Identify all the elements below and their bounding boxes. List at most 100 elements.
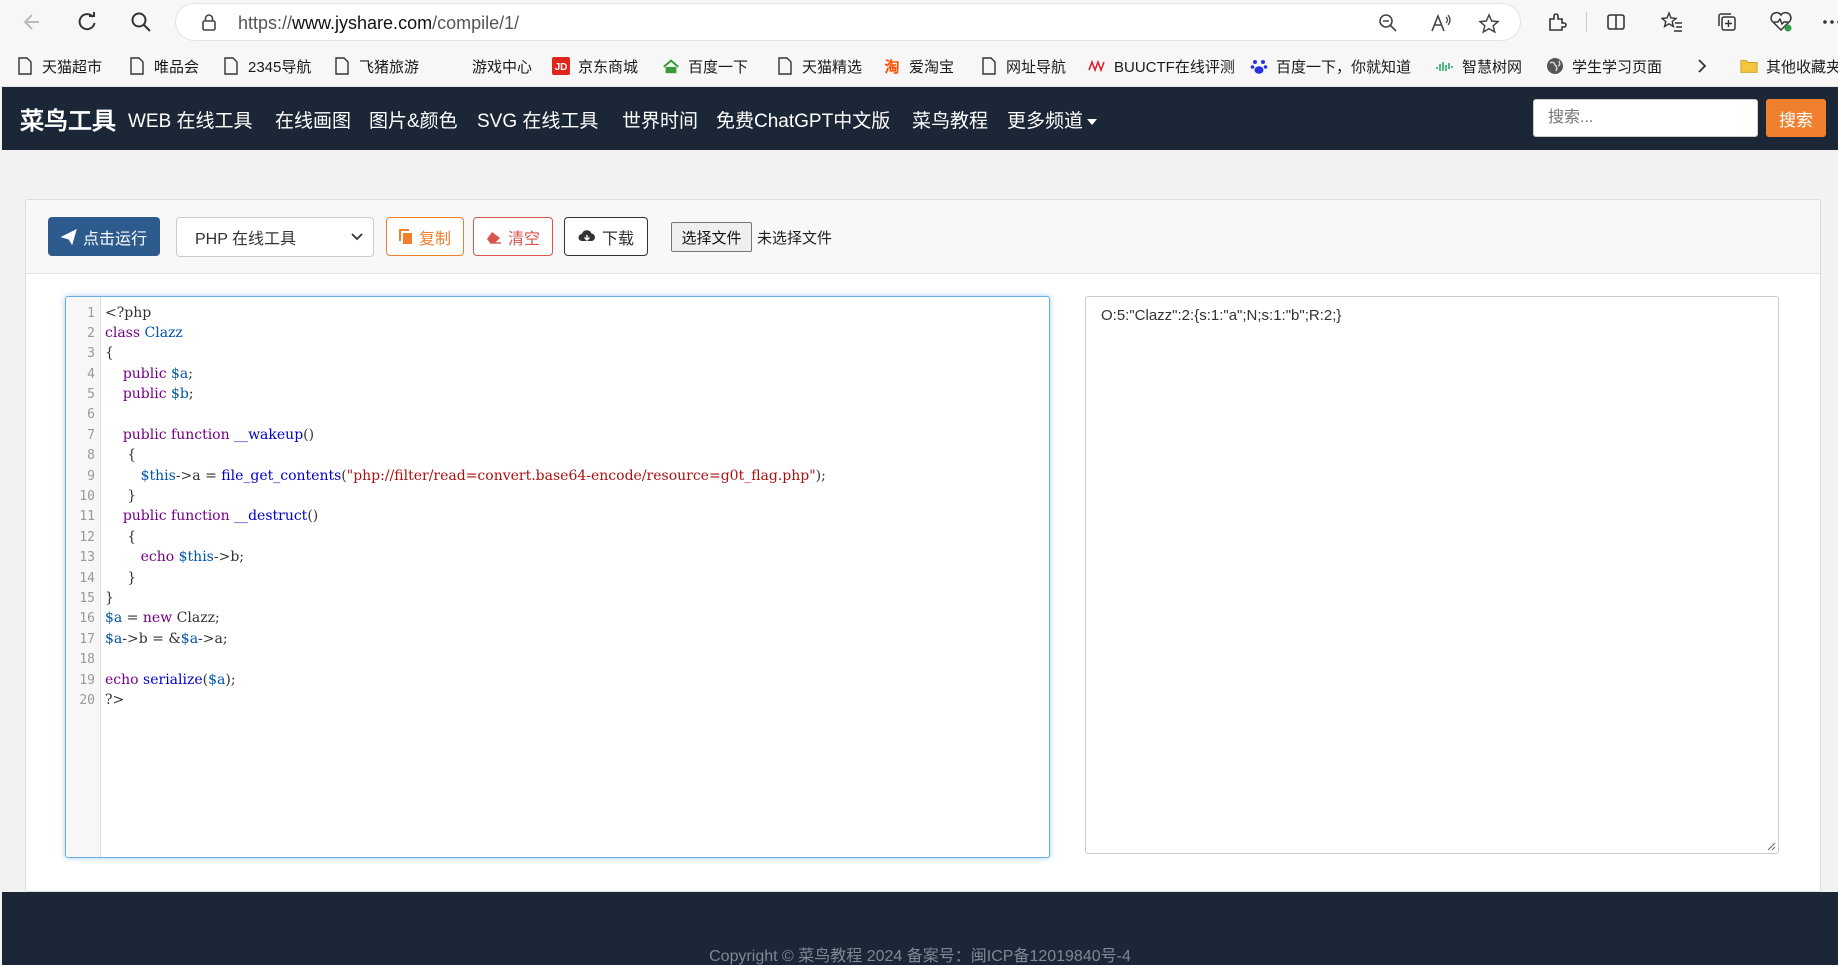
- favorites-list-icon[interactable]: [1658, 8, 1686, 36]
- site-logo[interactable]: 菜鸟工具: [20, 101, 116, 136]
- buuctf-icon: [1088, 57, 1106, 75]
- bookmark-item[interactable]: 淘爱淘宝: [883, 55, 954, 77]
- bookmark-label: 学生学习页面: [1572, 58, 1663, 76]
- nav-link-chatgpt[interactable]: 免费ChatGPT中文版: [716, 106, 890, 133]
- bookmark-label: 百度一下: [688, 58, 749, 76]
- line-number: 10: [79, 489, 95, 504]
- run-button[interactable]: 点击运行: [48, 217, 160, 256]
- lock-icon[interactable]: [200, 13, 218, 34]
- globe-icon: [1546, 57, 1564, 75]
- bookmark-item[interactable]: 学生学习页面: [1546, 55, 1662, 77]
- bookmark-item[interactable]: 天猫精选: [776, 55, 862, 77]
- copy-button-label: 复制: [418, 230, 451, 248]
- code-line: }: [105, 570, 137, 586]
- output-text: O:5:"Clazz":2:{s:1:"a";N;s:1:"b";R:2;}: [1101, 307, 1342, 324]
- output-textarea[interactable]: O:5:"Clazz":2:{s:1:"a";N;s:1:"b";R:2;}: [1085, 296, 1779, 854]
- nav-link-tutorial[interactable]: 菜鸟教程: [912, 106, 988, 133]
- code-line: echo $this->b;: [140, 549, 244, 565]
- health-icon[interactable]: [1767, 8, 1795, 36]
- copy-button[interactable]: 复制: [386, 217, 464, 256]
- baidu-paw-icon: [1250, 57, 1268, 75]
- 2345-icon: [662, 57, 680, 75]
- clear-button[interactable]: 清空: [473, 217, 553, 256]
- site-search-button[interactable]: 搜索: [1766, 99, 1826, 137]
- nav-link-world-time[interactable]: 世界时间: [622, 106, 698, 133]
- page-icon: [222, 57, 240, 75]
- line-number: 6: [87, 407, 95, 422]
- refresh-icon[interactable]: [73, 8, 101, 36]
- code-line: public function __destruct(): [122, 508, 319, 524]
- page-icon: [16, 57, 34, 75]
- address-bar[interactable]: https://www.jyshare.com/compile/1/: [176, 4, 1520, 40]
- bookmark-item[interactable]: 飞猪旅游: [333, 55, 419, 77]
- code-line: ?>: [105, 692, 125, 708]
- line-number: 7: [87, 428, 95, 443]
- nav-more-channels[interactable]: 更多频道: [1007, 106, 1098, 133]
- search-icon[interactable]: [127, 8, 155, 36]
- read-aloud-icon[interactable]: [1430, 13, 1452, 36]
- bookmark-label: 爱淘宝: [909, 58, 955, 76]
- nav-link-web-tools[interactable]: WEB 在线工具: [128, 106, 253, 133]
- line-number: 4: [87, 367, 95, 382]
- line-number: 16: [79, 611, 95, 626]
- bookmark-item[interactable]: JD 京东商城: [552, 55, 638, 77]
- line-number: 9: [87, 469, 95, 484]
- back-icon[interactable]: [18, 8, 46, 36]
- more-icon[interactable]: [1818, 8, 1838, 36]
- bookmark-label: 天猫超市: [42, 58, 103, 76]
- page-icon: [980, 57, 998, 75]
- bookmark-label: 2345导航: [248, 58, 312, 76]
- code-line: {: [105, 447, 137, 463]
- line-number: 18: [79, 652, 95, 667]
- line-number-gutter: 1 2 3 4 5 6 7 8 9 10 11 12 13 14 15 16 1…: [66, 297, 101, 857]
- line-number: 20: [79, 693, 95, 708]
- url-text: https://www.jyshare.com/compile/1/: [238, 13, 520, 33]
- nav-link-svg-tools[interactable]: SVG 在线工具: [477, 106, 598, 133]
- site-search-input[interactable]: [1533, 99, 1758, 137]
- code-editor[interactable]: 1 2 3 4 5 6 7 8 9 10 11 12 13 14 15 16 1…: [65, 296, 1050, 858]
- collections-icon[interactable]: [1713, 8, 1741, 36]
- line-number: 8: [87, 448, 95, 463]
- bookmark-folder[interactable]: 其他收藏夹: [1740, 55, 1838, 77]
- language-select[interactable]: PHP 在线工具: [176, 217, 374, 257]
- zoom-icon[interactable]: [1378, 13, 1398, 36]
- bookmark-item[interactable]: 百度一下: [662, 55, 748, 77]
- bookmark-item[interactable]: 游戏中心: [472, 55, 532, 77]
- bookmark-label: 飞猪旅游: [359, 58, 420, 76]
- resize-handle-icon[interactable]: [1766, 841, 1776, 851]
- nav-link-images-colors[interactable]: 图片&颜色: [369, 106, 458, 133]
- favorite-star-icon[interactable]: [1478, 13, 1500, 38]
- bookmark-item[interactable]: 天猫超市: [16, 55, 102, 77]
- line-number: 5: [87, 387, 95, 402]
- bookmark-item[interactable]: 网址导航: [980, 55, 1066, 77]
- split-screen-icon[interactable]: [1602, 8, 1630, 36]
- line-number: 11: [79, 509, 95, 524]
- bookmark-item[interactable]: BUUCTF在线评测: [1088, 55, 1235, 77]
- bookmark-label: 游戏中心: [472, 58, 533, 76]
- code-line: <?php: [105, 305, 152, 321]
- code-line: }: [105, 488, 137, 504]
- nav-link-drawing[interactable]: 在线画图: [275, 106, 351, 133]
- extensions-icon[interactable]: [1543, 8, 1571, 36]
- bookmark-item[interactable]: 智慧树网: [1436, 55, 1522, 77]
- site-footer: Copyright © 菜鸟教程 2024 备案号：闽ICP备12019840号…: [2, 892, 1838, 965]
- code-line: public $b;: [122, 386, 194, 402]
- download-button-label: 下载: [601, 230, 634, 248]
- language-select-value: PHP 在线工具: [195, 231, 297, 248]
- line-number: 14: [79, 571, 95, 586]
- choose-file-button[interactable]: 选择文件: [671, 222, 752, 252]
- bookmark-label: 智慧树网: [1462, 58, 1523, 76]
- toolbar-divider: [1586, 12, 1587, 32]
- bookmark-item[interactable]: 百度一下，你就知道: [1250, 55, 1411, 77]
- eraser-icon: [486, 231, 501, 244]
- bookmark-item[interactable]: 2345导航: [222, 55, 311, 77]
- bookmark-item[interactable]: 唯品会: [128, 55, 199, 77]
- code-line: public $a;: [122, 366, 193, 382]
- download-button[interactable]: 下载: [564, 217, 648, 256]
- bookmarks-overflow-chevron-icon[interactable]: [1697, 55, 1707, 77]
- zhihuishu-icon: [1436, 57, 1454, 75]
- run-button-label: 点击运行: [82, 230, 147, 248]
- page-icon: [128, 57, 146, 75]
- code-line: }: [105, 590, 114, 606]
- line-number: 3: [87, 346, 95, 361]
